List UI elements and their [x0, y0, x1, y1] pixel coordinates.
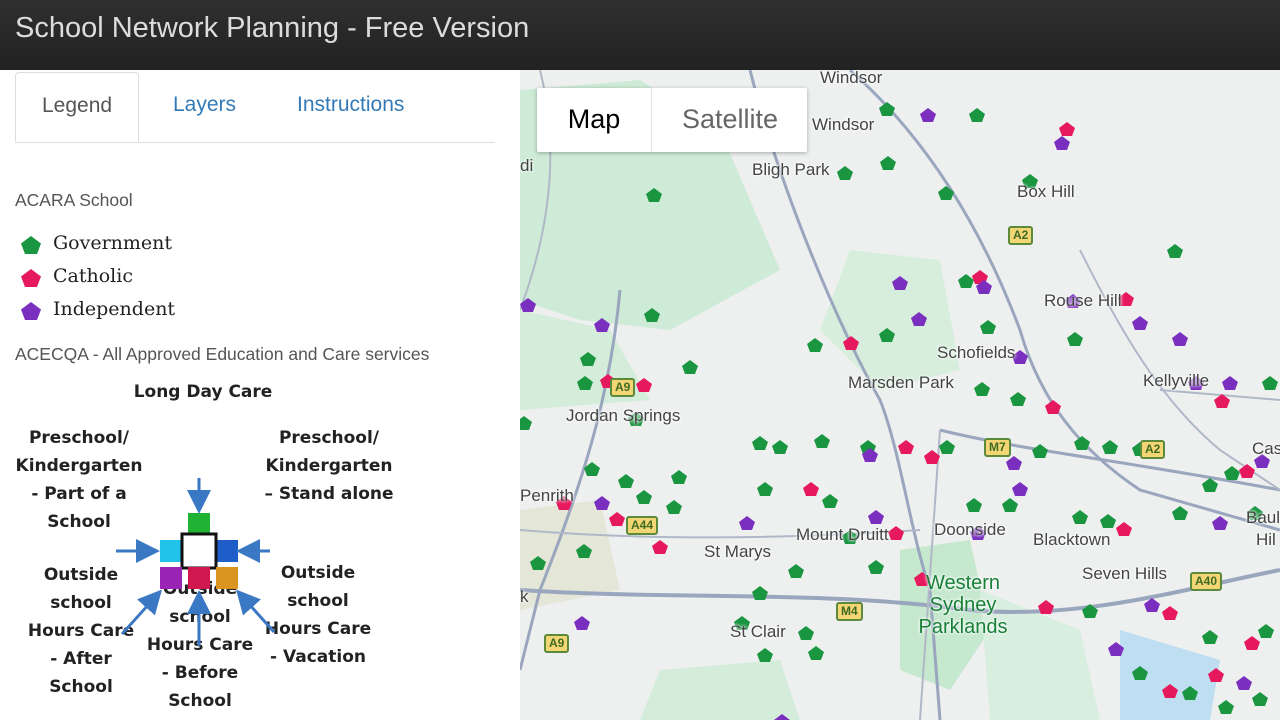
map-type-map-button[interactable]: Map [537, 88, 651, 152]
road-shield-a40: A40 [1190, 572, 1223, 591]
tab-bar: Legend Layers Instructions [15, 72, 495, 143]
arrow-oshc-after [120, 589, 163, 636]
place-hills: Hil [1256, 530, 1276, 549]
road-shield-a2-top: A2 [1008, 226, 1034, 245]
oshc-before-square [188, 567, 210, 589]
preschool-part-square [160, 540, 182, 562]
left-panel: Legend Layers Instructions ACARA School … [0, 70, 520, 720]
map-view[interactable]: Windsor Windsor di Bligh Park Box Hill R… [520, 70, 1280, 720]
diagram-graphic [116, 478, 276, 646]
road-shield-m7: M7 [984, 438, 1011, 457]
place-bligh-park: Bligh Park [752, 160, 830, 179]
place-pk: k [520, 587, 529, 606]
place-marsden-park: Marsden Park [848, 373, 954, 392]
place-seven-hills: Seven Hills [1082, 564, 1168, 583]
long-day-care-square [188, 513, 210, 535]
place-st-clair: St Clair [730, 622, 786, 641]
place-windsor-top: Windsor [820, 70, 883, 87]
map-type-toggle: Map Satellite [537, 88, 807, 152]
place-blacktown: Blacktown [1033, 530, 1111, 549]
place-penrith: Penrith [520, 486, 574, 505]
road-shield-a44: A44 [626, 516, 659, 535]
place-rouse-hill: Rouse Hill [1044, 291, 1122, 310]
catholic-pentagon-icon [21, 269, 41, 287]
place-schofields: Schofields [937, 343, 1016, 362]
independent-pentagon-icon [21, 302, 41, 320]
app-header: School Network Planning - Free Version [0, 0, 1280, 70]
place-baulk: Baulk [1246, 508, 1280, 527]
tab-instructions[interactable]: Instructions [271, 72, 430, 141]
preschool-stand-square [216, 540, 238, 562]
app-title: School Network Planning - Free Version [15, 12, 530, 44]
place-castle: Cas [1252, 439, 1280, 458]
place-mount-druitt: Mount Druitt [796, 525, 889, 544]
tab-layers[interactable]: Layers [147, 72, 262, 141]
legend-item-label: Government [53, 232, 173, 254]
place-st-marys: St Marys [704, 542, 772, 561]
road-shield-a9-mid: A9 [610, 378, 636, 397]
road-shield-a9-bottom: A9 [544, 634, 570, 653]
acara-heading: ACARA School [15, 190, 133, 210]
acecqa-heading: ACECQA - All Approved Education and Care… [15, 344, 430, 364]
map-type-satellite-button[interactable]: Satellite [651, 88, 808, 152]
place-box-hill: Box Hill [1017, 182, 1075, 201]
acecqa-diagram: Long Day Care Preschool/ Kindergarten - … [0, 370, 520, 720]
place-jordan-springs: Jordan Springs [566, 406, 681, 425]
road-shield-m4: M4 [836, 602, 863, 621]
oshc-after-square [160, 567, 182, 589]
legend-item-label: Catholic [53, 265, 133, 287]
tab-legend[interactable]: Legend [15, 72, 140, 142]
place-western-sydney-parklands: Western Sydney Parklands [918, 572, 1008, 638]
legend-item-label: Independent [53, 298, 176, 320]
oshc-vacation-square [216, 567, 238, 589]
place-doonside: Doonside [934, 520, 1006, 539]
place-di: di [520, 156, 534, 175]
government-pentagon-icon [21, 236, 41, 254]
place-kellyville: Kellyville [1143, 371, 1210, 390]
arrow-oshc-vacation [235, 589, 276, 634]
road-shield-a2-right: A2 [1140, 440, 1166, 459]
center-square [180, 532, 218, 570]
place-windsor: Windsor [812, 115, 875, 134]
